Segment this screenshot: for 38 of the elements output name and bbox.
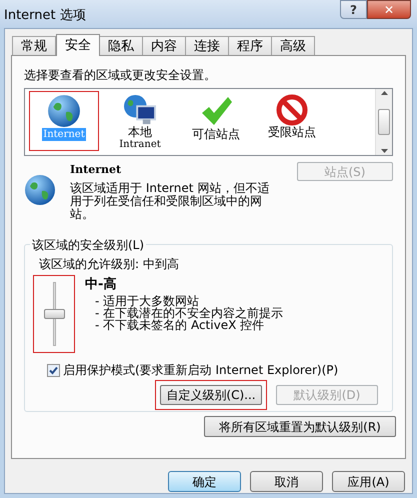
scroll-down-icon[interactable] — [380, 149, 388, 153]
custom-level-button[interactable]: 自定义级别(C)... — [160, 385, 262, 405]
tab[interactable]: 隐私 — [99, 36, 143, 55]
tab[interactable]: 高级 — [271, 36, 315, 55]
help-button[interactable]: ? — [340, 0, 367, 19]
zone-title: Internet — [70, 162, 122, 178]
tab[interactable]: 安全 — [56, 34, 100, 56]
dialog-button[interactable]: 取消 — [250, 471, 323, 492]
window-title: Internet 选项 — [4, 7, 86, 25]
description-line: - 在下载潜在的不安全内容之前提示 — [95, 306, 284, 318]
description-line: - 不下载未签名的 ActiveX 控件 — [95, 318, 264, 330]
allowed-level: 该区域的允许级别: 中到高 — [39, 256, 180, 273]
level-name: 中-高 — [85, 276, 118, 294]
dialog-button[interactable]: 应用(A) — [332, 471, 405, 492]
zone-item[interactable]: 可信站点 — [181, 91, 251, 151]
zone-description: 该区域适用于 Internet 网站，但不适用于列在受信任和受限制区域中的网站。 — [70, 182, 270, 220]
checkbox[interactable] — [47, 364, 60, 376]
slider-thumb[interactable] — [44, 309, 65, 319]
globe-monitor-icon — [122, 94, 158, 126]
tab[interactable]: 常规 — [12, 36, 56, 55]
description-line: - 适用于大多数网站 — [95, 294, 200, 306]
tab[interactable]: 连接 — [185, 36, 229, 55]
scroll-up-icon[interactable] — [380, 91, 388, 95]
zone-item[interactable]: 本地 Intranet — [105, 91, 175, 151]
globe-icon — [24, 174, 56, 206]
security-slider[interactable] — [33, 275, 75, 353]
checkbox-label[interactable]: 启用保护模式(要求重新启动 Internet Explorer)(P) — [63, 361, 338, 379]
zone-prompt: 选择要查看的区域或更改安全设置。 — [24, 67, 217, 84]
tab[interactable]: 程序 — [228, 36, 272, 55]
zone-item[interactable]: 受限站点 — [257, 91, 327, 151]
tab[interactable]: 内容 — [142, 36, 186, 55]
scrollbar[interactable] — [375, 89, 392, 155]
group-legend: 该区域的安全级别(L) — [30, 236, 146, 254]
checkmark-icon — [49, 366, 58, 374]
dialog-button[interactable]: 确定 — [168, 471, 241, 492]
reset-all-zones-button[interactable]: 将所有区域重置为默认级别(R) — [204, 416, 396, 437]
globe-icon — [47, 94, 81, 128]
no-entry-icon — [276, 94, 308, 126]
